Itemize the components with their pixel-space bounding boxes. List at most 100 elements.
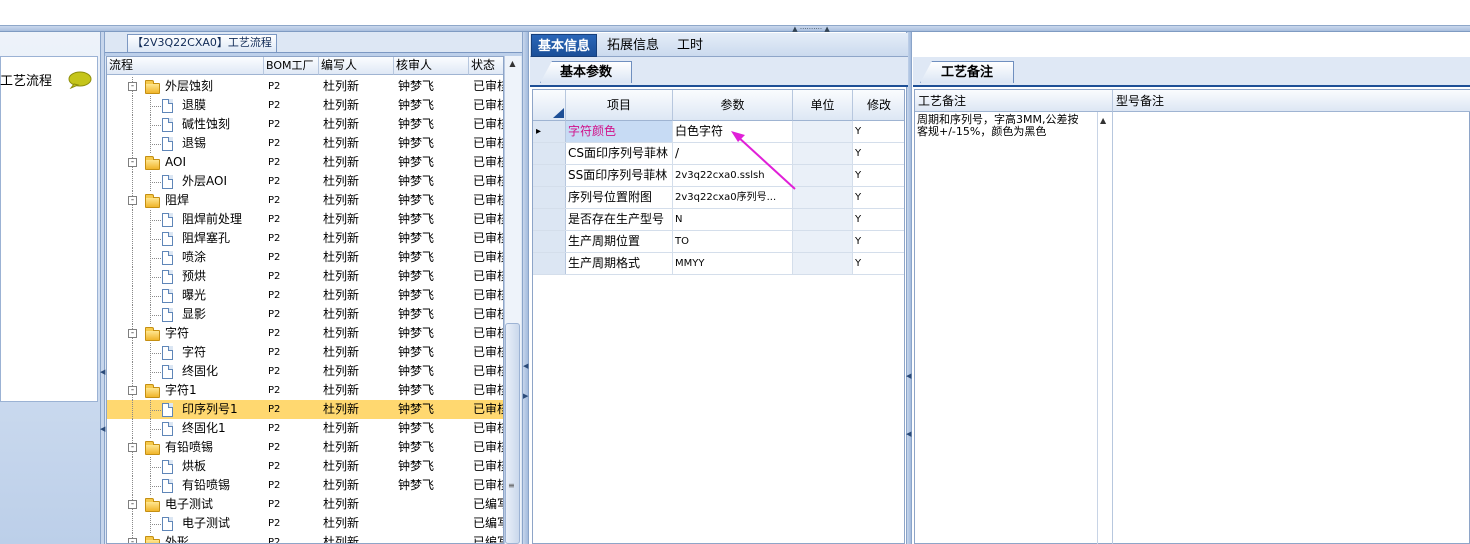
tree-step-row[interactable]: 电子测试 P2 杜列新 已编写 xyxy=(107,514,503,533)
collapse-toggle-icon[interactable]: - xyxy=(128,538,137,543)
parameter-row[interactable]: SS面印序列号菲林 2v3q22cxa0.sslsh Y xyxy=(533,165,904,187)
splitter-arrow-icon[interactable]: ◀ xyxy=(523,362,528,370)
parameter-row[interactable]: ▸ 字符颜色 白色字符 Y xyxy=(533,121,904,143)
param-modify-cell[interactable]: Y xyxy=(853,143,904,164)
tree-group-row[interactable]: - 电子测试 P2 杜列新 已编写 xyxy=(107,495,503,514)
remark-column-scroll[interactable] xyxy=(1097,112,1113,544)
collapse-toggle-icon[interactable]: - xyxy=(128,500,137,509)
parameter-row[interactable]: CS面印序列号菲林 / Y xyxy=(533,143,904,165)
collapse-toggle-icon[interactable]: - xyxy=(128,443,137,452)
tab-extended-info[interactable]: 拓展信息 xyxy=(601,34,665,57)
param-item-cell[interactable]: SS面印序列号菲林 xyxy=(566,165,673,186)
tree-group-row[interactable]: - 字符 P2 杜列新 钟梦飞 已审核 xyxy=(107,324,503,343)
splitter-arrow-icon[interactable]: ◀ xyxy=(100,425,105,433)
tree-step-row[interactable]: 阻焊前处理 P2 杜列新 钟梦飞 已审核 xyxy=(107,210,503,229)
param-item-cell[interactable]: 生产周期格式 xyxy=(566,253,673,274)
column-header-unit[interactable]: 单位 xyxy=(793,90,853,121)
process-remark-text[interactable]: 周期和序列号，字高3MM,公差按 客规+/-15%，颜色为黑色 xyxy=(917,114,1097,138)
column-header-process[interactable]: 流程 xyxy=(107,57,264,75)
tree-step-row[interactable]: 终固化 P2 杜列新 钟梦飞 已审核 xyxy=(107,362,503,381)
row-indicator[interactable] xyxy=(533,143,566,164)
tree-step-row[interactable]: 退锡 P2 杜列新 钟梦飞 已审核 xyxy=(107,134,503,153)
row-indicator[interactable] xyxy=(533,187,566,208)
param-item-cell[interactable]: 是否存在生产型号 xyxy=(566,209,673,230)
tab-basic-info[interactable]: 基本信息 xyxy=(531,34,598,57)
splitter-arrow-icon[interactable]: ◀ xyxy=(906,430,911,438)
current-row-indicator-icon[interactable]: ▸ xyxy=(533,121,566,142)
collapse-toggle-icon[interactable]: - xyxy=(128,82,137,91)
param-item-cell[interactable]: CS面印序列号菲林 xyxy=(566,143,673,164)
remark-grid[interactable]: 工艺备注 型号备注 xyxy=(914,89,1470,544)
tab-basic-params[interactable]: 基本参数 xyxy=(540,61,632,83)
param-modify-cell[interactable]: Y xyxy=(853,165,904,186)
param-item-cell[interactable]: 序列号位置附图 xyxy=(566,187,673,208)
param-unit-cell[interactable] xyxy=(793,231,853,252)
tree-step-row[interactable]: 有铅喷锡 P2 杜列新 钟梦飞 已审核 xyxy=(107,476,503,495)
splitter-grip-icon[interactable]: ▲ ·········· ▲ xyxy=(778,26,844,33)
param-value-cell[interactable]: N xyxy=(673,209,793,230)
tree-group-row[interactable]: - AOI P2 杜列新 钟梦飞 已审核 xyxy=(107,153,503,172)
tree-step-row[interactable]: 阻焊塞孔 P2 杜列新 钟梦飞 已审核 xyxy=(107,229,503,248)
tree-step-row[interactable]: 字符 P2 杜列新 钟梦飞 已审核 xyxy=(107,343,503,362)
row-indicator[interactable] xyxy=(533,165,566,186)
parameter-row[interactable]: 序列号位置附图 2v3q22cxa0序列号... Y xyxy=(533,187,904,209)
column-header-bom[interactable]: BOM工厂 xyxy=(264,57,319,75)
column-header-param[interactable]: 参数 xyxy=(673,90,793,121)
collapse-toggle-icon[interactable]: - xyxy=(128,158,137,167)
tree-group-row[interactable]: - 有铅喷锡 P2 杜列新 钟梦飞 已审核 xyxy=(107,438,503,457)
vertical-splitter-right[interactable] xyxy=(906,32,912,544)
parameter-grid[interactable]: 项目 参数 单位 修改 ▸ 字符颜色 白色字符 Y CS面印序列号菲林 / Y SS面印序列号… xyxy=(532,89,905,544)
param-item-cell[interactable]: 生产周期位置 xyxy=(566,231,673,252)
top-splitter[interactable] xyxy=(0,25,1470,32)
chat-bubble-icon[interactable] xyxy=(67,71,93,89)
sidebar-splitter[interactable] xyxy=(100,32,105,544)
splitter-arrow-icon[interactable]: ◀ xyxy=(906,372,911,380)
column-header-model-remark[interactable]: 型号备注 xyxy=(1113,90,1470,112)
tree-step-row[interactable]: 终固化1 P2 杜列新 钟梦飞 已审核 xyxy=(107,419,503,438)
parameter-row[interactable]: 生产周期位置 TO Y xyxy=(533,231,904,253)
param-value-cell[interactable]: TO xyxy=(673,231,793,252)
param-item-cell[interactable]: 字符颜色 xyxy=(566,121,673,142)
tree-step-row[interactable]: 烘板 P2 杜列新 钟梦飞 已审核 xyxy=(107,457,503,476)
column-header-process-remark[interactable]: 工艺备注 xyxy=(915,90,1113,112)
tree-step-row[interactable]: 曝光 P2 杜列新 钟梦飞 已审核 xyxy=(107,286,503,305)
tree-step-row[interactable]: 碱性蚀刻 P2 杜列新 钟梦飞 已审核 xyxy=(107,115,503,134)
collapse-toggle-icon[interactable]: - xyxy=(128,386,137,395)
param-unit-cell[interactable] xyxy=(793,253,853,274)
tree-step-row[interactable]: 印序列号1 P2 杜列新 钟梦飞 已审核 xyxy=(107,400,503,419)
collapse-toggle-icon[interactable]: - xyxy=(128,196,137,205)
param-modify-cell[interactable]: Y xyxy=(853,121,904,142)
param-unit-cell[interactable] xyxy=(793,209,853,230)
tab-work-hours[interactable]: 工时 xyxy=(671,34,709,57)
tree-group-row[interactable]: - 阻焊 P2 杜列新 钟梦飞 已审核 xyxy=(107,191,503,210)
tree-group-row[interactable]: - 字符1 P2 杜列新 钟梦飞 已审核 xyxy=(107,381,503,400)
tab-process-remark[interactable]: 工艺备注 xyxy=(920,61,1014,83)
param-modify-cell[interactable]: Y xyxy=(853,231,904,252)
param-modify-cell[interactable]: Y xyxy=(853,253,904,274)
tree-step-row[interactable]: 外层AOI P2 杜列新 钟梦飞 已审核 xyxy=(107,172,503,191)
process-tree-grid[interactable]: 流程 BOM工厂 编写人 核审人 状态 -外层蚀刻P2杜列新钟梦飞已审核退膜P2… xyxy=(106,56,504,544)
splitter-arrow-icon[interactable]: ▶ xyxy=(523,392,528,400)
tree-group-row[interactable]: - 外层蚀刻 P2 杜列新 钟梦飞 已审核 xyxy=(107,77,503,96)
column-header-reviewer[interactable]: 核审人 xyxy=(394,57,469,75)
parameter-row[interactable]: 生产周期格式 MMYY Y xyxy=(533,253,904,275)
column-header-status[interactable]: 状态 xyxy=(469,57,503,75)
column-header-modify[interactable]: 修改 xyxy=(853,90,904,121)
tree-step-row[interactable]: 预烘 P2 杜列新 钟梦飞 已审核 xyxy=(107,267,503,286)
sidebar-item-process[interactable] xyxy=(0,56,98,402)
collapse-toggle-icon[interactable]: - xyxy=(128,329,137,338)
tree-step-row[interactable]: 显影 P2 杜列新 钟梦飞 已审核 xyxy=(107,305,503,324)
column-header-writer[interactable]: 编写人 xyxy=(319,57,394,75)
tree-step-row[interactable]: 喷涂 P2 杜列新 钟梦飞 已审核 xyxy=(107,248,503,267)
row-indicator[interactable] xyxy=(533,231,566,252)
column-header-item[interactable]: 项目 xyxy=(566,90,673,121)
tree-group-row[interactable]: - 外形 P2 杜列新 已编写 xyxy=(107,533,503,543)
row-indicator[interactable] xyxy=(533,253,566,274)
param-value-cell[interactable]: MMYY xyxy=(673,253,793,274)
tree-step-row[interactable]: 退膜 P2 杜列新 钟梦飞 已审核 xyxy=(107,96,503,115)
parameter-row[interactable]: 是否存在生产型号 N Y xyxy=(533,209,904,231)
splitter-arrow-icon[interactable]: ◀ xyxy=(100,368,105,376)
vertical-splitter-left[interactable] xyxy=(522,32,529,544)
param-modify-cell[interactable]: Y xyxy=(853,209,904,230)
param-modify-cell[interactable]: Y xyxy=(853,187,904,208)
